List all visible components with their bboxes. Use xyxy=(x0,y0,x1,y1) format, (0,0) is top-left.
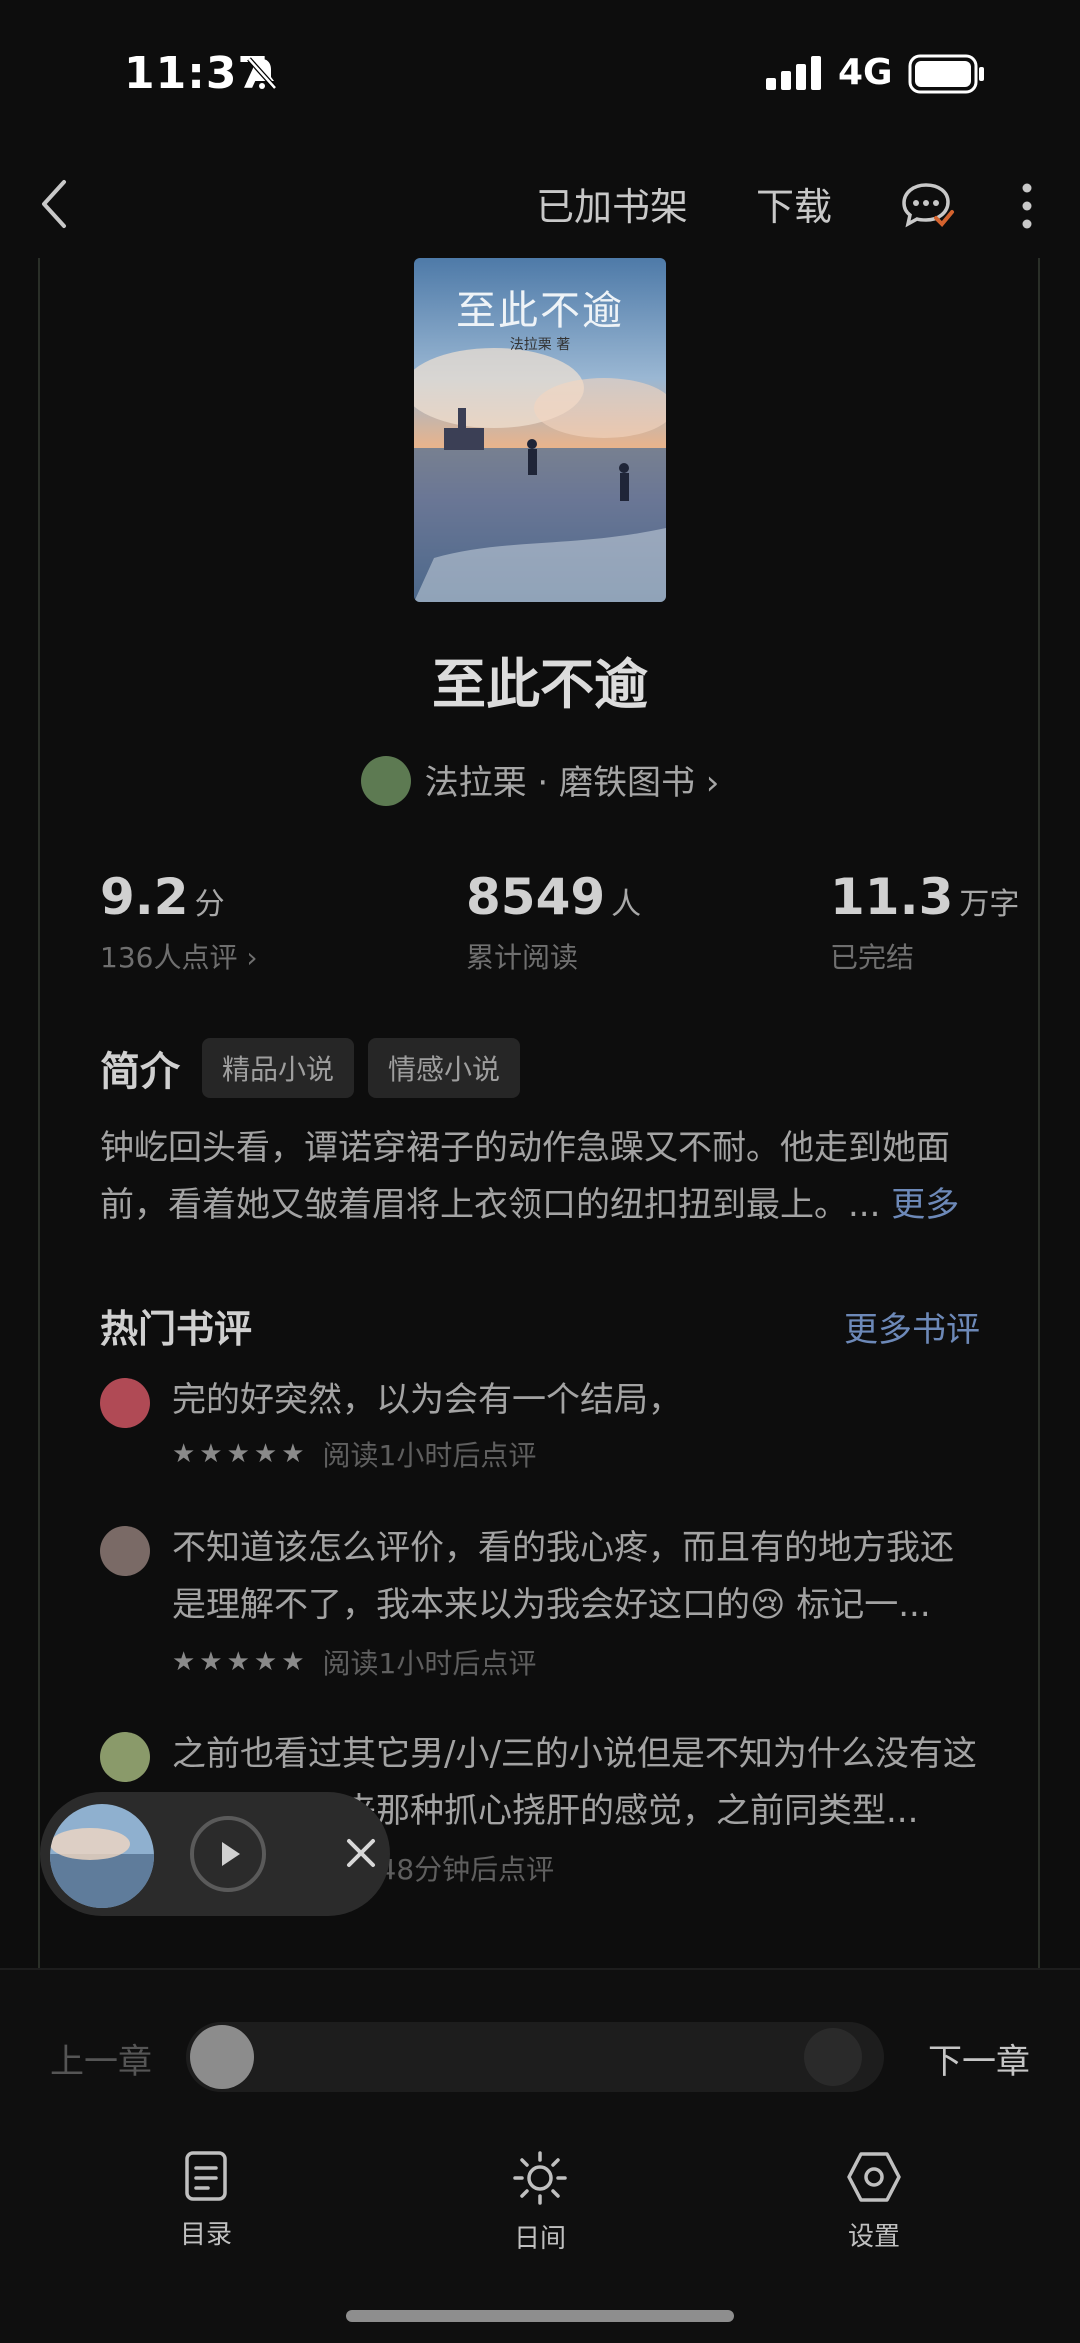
score-unit: 分 xyxy=(194,887,225,922)
reviews-heading: 热门书评 xyxy=(100,1307,253,1351)
review-meta: ★★★★★ 阅读1小时后点评 xyxy=(172,1434,536,1474)
reviews-header: 热门书评 更多书评 xyxy=(100,1298,980,1353)
download-button[interactable]: 下载 xyxy=(756,176,832,231)
slider-track-end xyxy=(804,2028,862,2086)
settings-tab[interactable]: 设置 xyxy=(794,2150,954,2253)
stat-words: 11.3 万字 已完结 xyxy=(830,868,1019,976)
toc-tab[interactable]: 目录 xyxy=(126,2150,286,2251)
toc-icon xyxy=(185,2151,227,2201)
review-time: 阅读1小时后点评 xyxy=(322,1439,537,1472)
review-meta: ★★★★★ 阅读1小时后点评 xyxy=(172,1642,536,1682)
close-icon[interactable] xyxy=(344,1836,378,1870)
reviewer-avatar xyxy=(100,1378,150,1428)
intro-header: 简介 精品小说 情感小说 xyxy=(100,1038,534,1098)
prev-chapter-button[interactable]: 上一章 xyxy=(50,2034,152,2083)
chapter-navigation: 上一章 下一章 xyxy=(0,2022,1080,2092)
review-text: 不知道该怎么评价，看的我心疼，而且有的地方我还是理解不了，我本来以为我会好这口的… xyxy=(172,1528,954,1625)
words-value: 11.3 xyxy=(830,868,954,926)
signal-icon xyxy=(766,56,821,90)
day-mode-label: 日间 xyxy=(513,2224,566,2254)
readers-unit: 人 xyxy=(611,887,642,922)
more-options-icon[interactable] xyxy=(1020,182,1034,230)
author-link[interactable]: 法拉栗 · 磨铁图书 › xyxy=(0,755,1080,810)
readers-value: 8549 xyxy=(466,868,606,926)
review-text: 完的好突然，以为会有一个结局， xyxy=(172,1380,682,1420)
play-icon xyxy=(222,1842,240,1866)
tag-chip[interactable]: 情感小说 xyxy=(368,1038,521,1098)
status-bar: 11:37 4G xyxy=(0,0,1080,150)
thumbnail-art xyxy=(50,1804,154,1908)
mini-audio-player[interactable] xyxy=(40,1792,390,1916)
page-edge-right xyxy=(1038,258,1040,1968)
reviewer-avatar xyxy=(100,1732,150,1782)
intro-line: 前，看着她又皱着眉将上衣领口的纽扣扭到最上。... xyxy=(100,1185,892,1225)
day-mode-tab[interactable]: 日间 xyxy=(460,2150,620,2255)
rating-stars: ★★★★★ xyxy=(172,1439,309,1469)
play-button[interactable] xyxy=(190,1816,266,1892)
author-avatar xyxy=(360,755,411,806)
reader-bottom-panel: 上一章 下一章 目录 日间 设置 xyxy=(0,1968,1080,2343)
slider-knob[interactable] xyxy=(190,2025,254,2089)
settings-hexagon-icon xyxy=(847,2152,901,2202)
book-cover[interactable]: 至此不逾 法拉栗 著 xyxy=(414,258,666,602)
sun-icon xyxy=(513,2151,567,2205)
top-bar: 已加书架 下载 xyxy=(0,160,1080,250)
review-time: 阅读1小时后点评 xyxy=(322,1647,537,1680)
toc-label: 目录 xyxy=(179,2220,232,2250)
battery-icon xyxy=(908,54,984,94)
intro-more-link[interactable]: 更多 xyxy=(891,1185,959,1225)
stat-readers: 8549 人 累计阅读 xyxy=(466,868,641,976)
readers-label: 累计阅读 xyxy=(466,941,579,974)
chapter-progress-slider[interactable] xyxy=(186,2022,884,2092)
intro-heading: 简介 xyxy=(100,1049,180,1095)
score-value: 9.2 xyxy=(100,868,189,926)
cover-author: 法拉栗 著 xyxy=(509,337,571,353)
score-count: 136人点评 › xyxy=(100,941,258,974)
reviewer-avatar xyxy=(100,1526,150,1576)
tag-chip[interactable]: 精品小说 xyxy=(202,1038,355,1098)
next-chapter-button[interactable]: 下一章 xyxy=(928,2034,1030,2083)
stat-score[interactable]: 9.2 分 136人点评 › xyxy=(100,868,258,976)
player-cover-thumbnail[interactable] xyxy=(50,1804,154,1908)
rating-stars: ★★★★★ xyxy=(172,1647,309,1677)
network-type: 4G xyxy=(838,52,893,93)
comment-icon[interactable] xyxy=(900,182,956,230)
words-unit: 万字 xyxy=(959,887,1020,922)
settings-label: 设置 xyxy=(847,2222,900,2252)
cover-title: 至此不逾 xyxy=(456,288,624,334)
review-item[interactable]: 完的好突然，以为会有一个结局， ★★★★★ 阅读1小时后点评 xyxy=(100,1372,980,1492)
more-reviews-link[interactable]: 更多书评 xyxy=(844,1302,980,1351)
intro-line: 钟屹回头看，谭诺穿裙子的动作急躁又不耐。他走到她面 xyxy=(100,1128,950,1168)
back-arrow-icon[interactable] xyxy=(36,178,72,230)
review-item[interactable]: 不知道该怎么评价，看的我心疼，而且有的地方我还是理解不了，我本来以为我会好这口的… xyxy=(100,1520,980,1700)
page-edge-left xyxy=(38,258,40,1968)
author-publisher-text: 法拉栗 · 磨铁图书 › xyxy=(424,763,720,803)
bell-muted-icon xyxy=(247,57,277,90)
home-indicator[interactable] xyxy=(346,2310,734,2322)
intro-text: 钟屹回头看，谭诺穿裙子的动作急躁又不耐。他走到她面 前，看着她又皱着眉将上衣领口… xyxy=(100,1120,980,1234)
status-label: 已完结 xyxy=(830,941,915,974)
book-title: 至此不逾 xyxy=(432,653,648,716)
added-to-shelf-button[interactable]: 已加书架 xyxy=(536,176,688,231)
